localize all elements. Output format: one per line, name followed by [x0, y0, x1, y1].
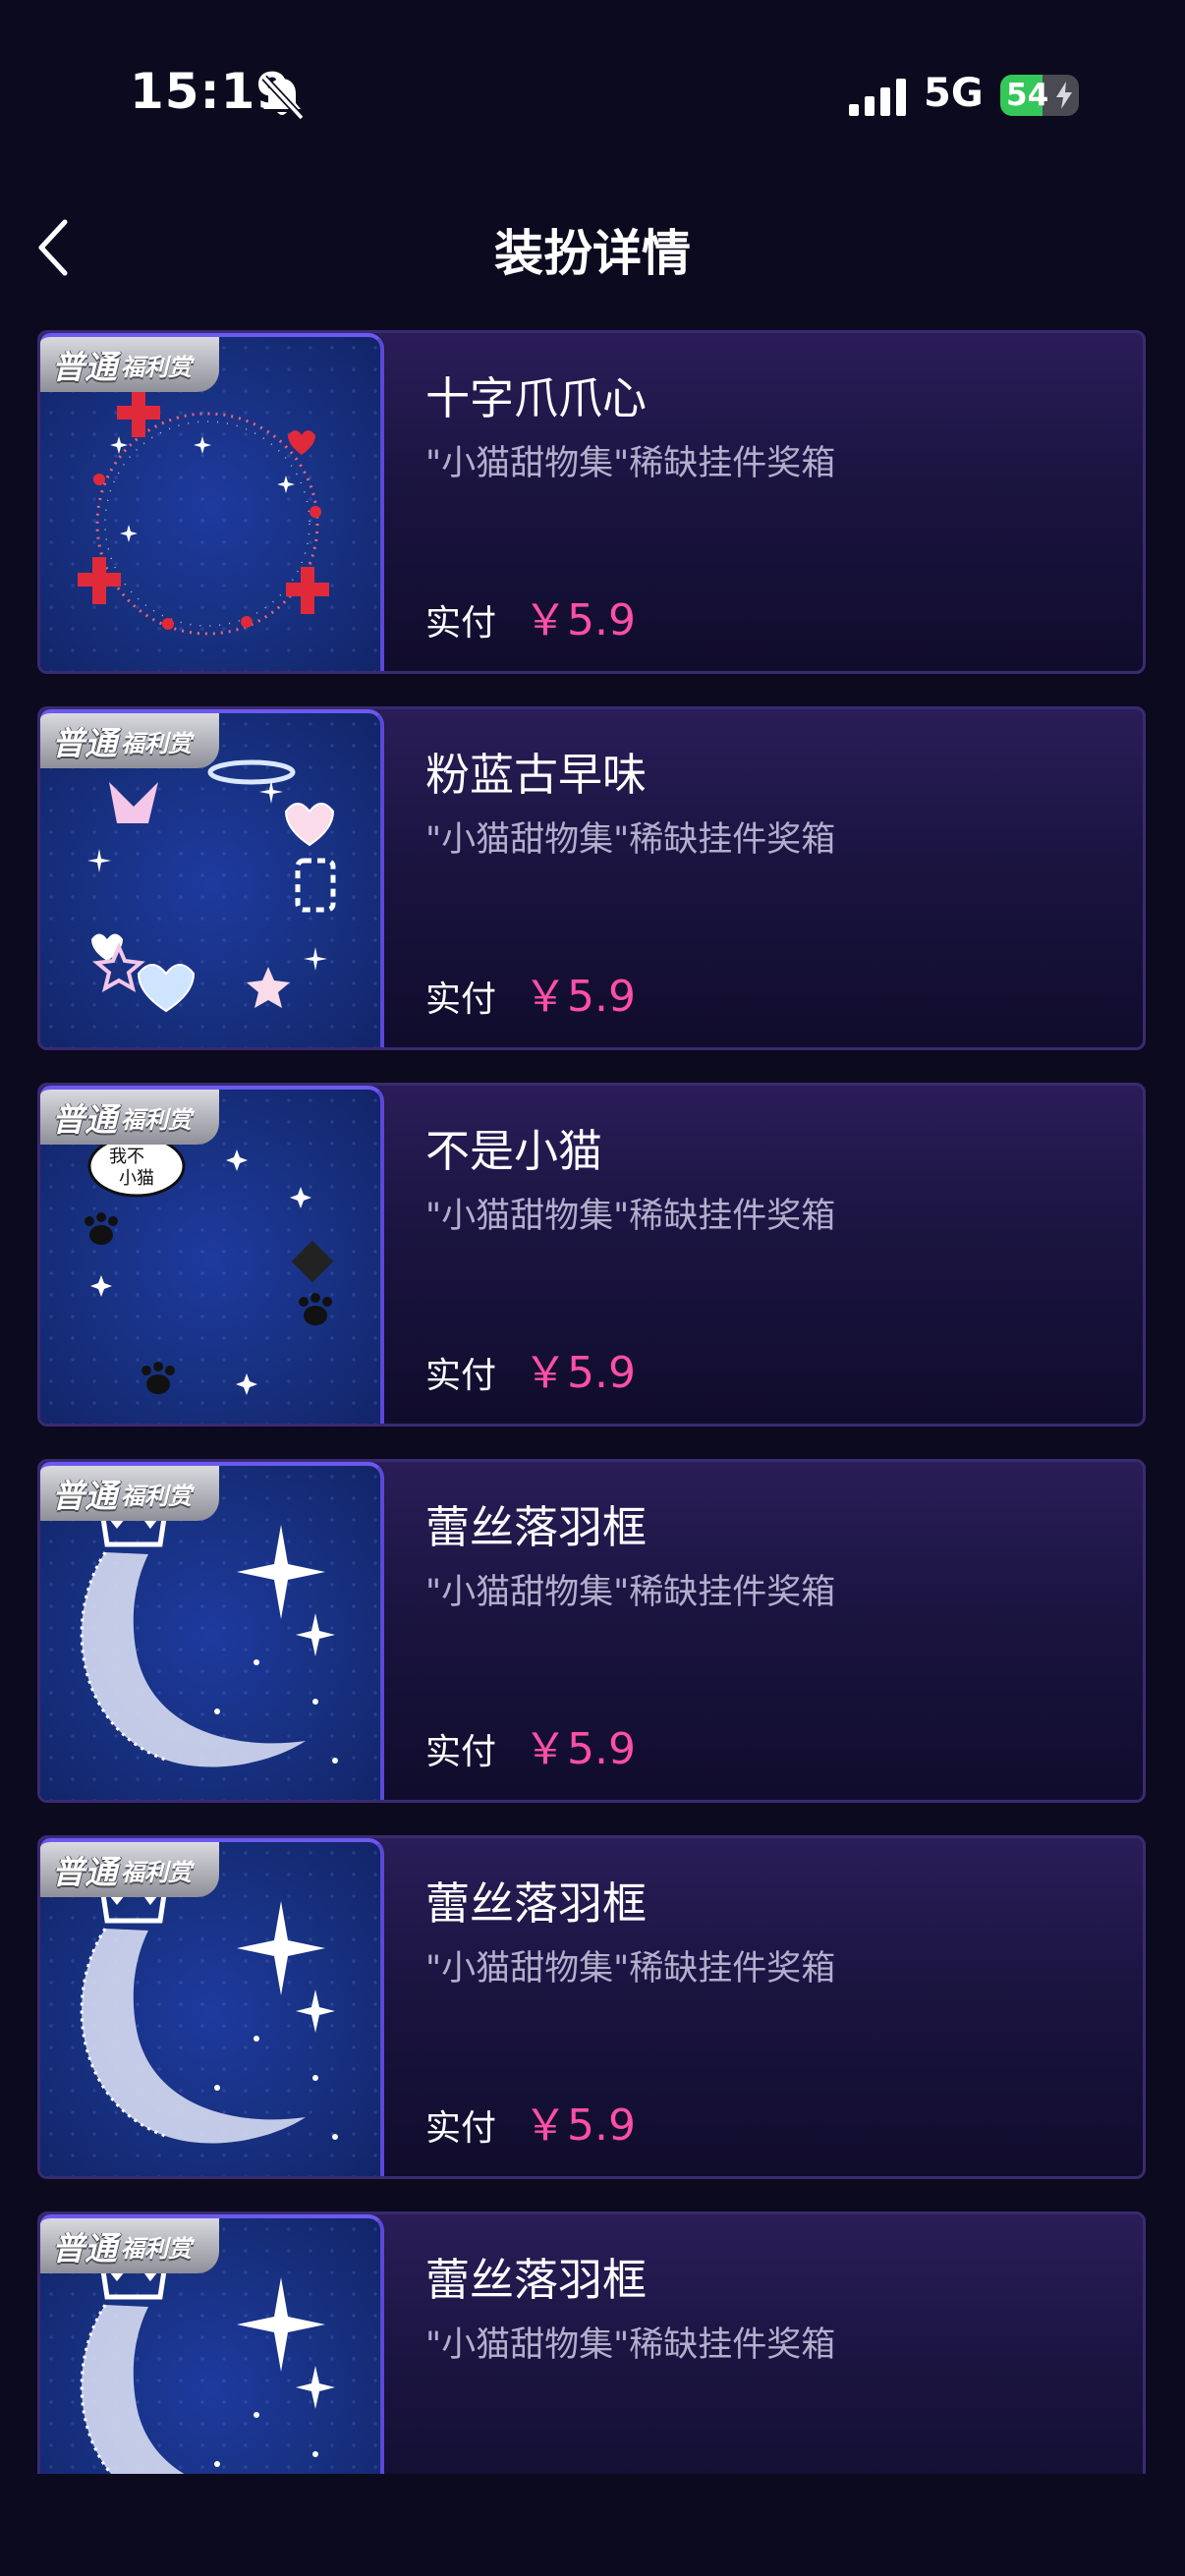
item-name: 蕾丝落羽框: [425, 1877, 648, 1930]
item-description: "小猫甜物集"稀缺挂件奖箱: [425, 2325, 836, 2365]
tier-badge-sub: 福利赏: [121, 1482, 192, 1510]
paid-label: 实付: [425, 2108, 497, 2149]
network-type: 5G: [924, 71, 984, 116]
paid-price: ￥5.9: [524, 595, 636, 645]
bell-off-icon: [261, 75, 305, 120]
item-thumbnail[interactable]: 普通 福利赏 我不 小猫: [40, 1086, 384, 1424]
tier-badge: 普通 福利赏: [40, 1466, 219, 1521]
item-name: 蕾丝落羽框: [425, 1501, 648, 1553]
paid-label: 实付: [425, 1356, 497, 1396]
tier-badge-main: 普通: [52, 2229, 117, 2268]
battery-icon: 54: [1000, 75, 1079, 116]
item-name: 十字爪爪心: [425, 372, 648, 424]
svg-text:小猫: 小猫: [119, 1168, 154, 1189]
tier-badge-main: 普通: [52, 1100, 117, 1139]
tier-badge-sub: 福利赏: [121, 353, 192, 381]
item-thumbnail[interactable]: 普通 福利赏: [40, 1462, 384, 1800]
payment-row: 实付 ￥5.9: [425, 1713, 636, 1776]
paid-label: 实付: [425, 980, 497, 1020]
item-list[interactable]: 普通 福利赏 十字爪爪心 "小猫甜物集"稀缺挂件奖箱 实付 ￥5.9 普通 福利赏 粉蓝古早味 "…: [37, 330, 1146, 2474]
tier-badge: 普通 福利赏: [40, 1842, 219, 1897]
page-title: 装扮详情: [494, 225, 691, 282]
battery-level: 54: [1006, 78, 1049, 113]
bottom-area: [0, 2474, 1185, 2576]
tier-badge-main: 普通: [52, 348, 117, 386]
paid-price: ￥5.9: [524, 1724, 636, 1774]
item-thumbnail[interactable]: 普通 福利赏: [40, 709, 384, 1047]
item-description: "小猫甜物集"稀缺挂件奖箱: [425, 444, 836, 483]
paid-price: ￥5.9: [524, 972, 636, 1022]
payment-row: 实付 ￥5.9: [425, 2090, 636, 2153]
tier-badge: 普通 福利赏: [40, 2218, 219, 2273]
tier-badge-main: 普通: [52, 1477, 117, 1515]
item-card[interactable]: 普通 福利赏蕾丝落羽框 "小猫甜物集"稀缺挂件奖箱 实付 ￥5.9: [37, 1459, 1146, 1803]
paid-label: 实付: [425, 603, 497, 644]
tier-badge-sub: 福利赏: [121, 2234, 192, 2263]
item-card[interactable]: 普通 福利赏蕾丝落羽框 "小猫甜物集"稀缺挂件奖箱: [37, 2212, 1146, 2474]
item-thumbnail[interactable]: 普通 福利赏: [40, 2214, 384, 2474]
item-card[interactable]: 普通 福利赏粉蓝古早味 "小猫甜物集"稀缺挂件奖箱 实付 ￥5.9: [37, 706, 1146, 1050]
item-card[interactable]: 普通 福利赏十字爪爪心 "小猫甜物集"稀缺挂件奖箱 实付 ￥5.9: [37, 330, 1146, 674]
item-description: "小猫甜物集"稀缺挂件奖箱: [425, 1573, 836, 1612]
item-name: 粉蓝古早味: [425, 749, 648, 801]
tier-badge-sub: 福利赏: [121, 1105, 192, 1134]
item-card[interactable]: 普通 福利赏 我不 小猫 不是小猫 "小猫甜物集"稀缺挂件奖箱 实付 ￥5.9: [37, 1083, 1146, 1427]
cellular-signal-icon: [849, 79, 906, 116]
payment-row: 实付 ￥5.9: [425, 961, 636, 1024]
item-thumbnail[interactable]: 普通 福利赏: [40, 1838, 384, 2176]
tier-badge-sub: 福利赏: [121, 729, 192, 757]
charging-bolt-icon: [1056, 82, 1072, 109]
tier-badge-main: 普通: [52, 1853, 117, 1891]
payment-row: 实付 ￥5.9: [425, 1337, 636, 1400]
paid-price: ￥5.9: [524, 2100, 636, 2151]
svg-text:我不: 我不: [109, 1147, 144, 1167]
item-description: "小猫甜物集"稀缺挂件奖箱: [425, 1949, 836, 1988]
tier-badge: 普通 福利赏: [40, 337, 219, 392]
tier-badge-sub: 福利赏: [121, 1858, 192, 1886]
payment-row: 实付 ￥5.9: [425, 585, 636, 647]
item-description: "小猫甜物集"稀缺挂件奖箱: [425, 1197, 836, 1236]
tier-badge: 普通 福利赏: [40, 1090, 219, 1145]
status-bar: 15:19 5G 54: [0, 0, 1185, 193]
tier-badge-main: 普通: [52, 724, 117, 762]
item-name: 蕾丝落羽框: [425, 2254, 648, 2306]
paid-price: ￥5.9: [524, 1348, 636, 1398]
tier-badge: 普通 福利赏: [40, 713, 219, 768]
item-thumbnail[interactable]: 普通 福利赏: [40, 333, 384, 671]
item-name: 不是小猫: [425, 1125, 603, 1177]
item-description: "小猫甜物集"稀缺挂件奖箱: [425, 820, 836, 860]
paid-label: 实付: [425, 1732, 497, 1772]
item-card[interactable]: 普通 福利赏蕾丝落羽框 "小猫甜物集"稀缺挂件奖箱 实付 ￥5.9: [37, 1835, 1146, 2179]
